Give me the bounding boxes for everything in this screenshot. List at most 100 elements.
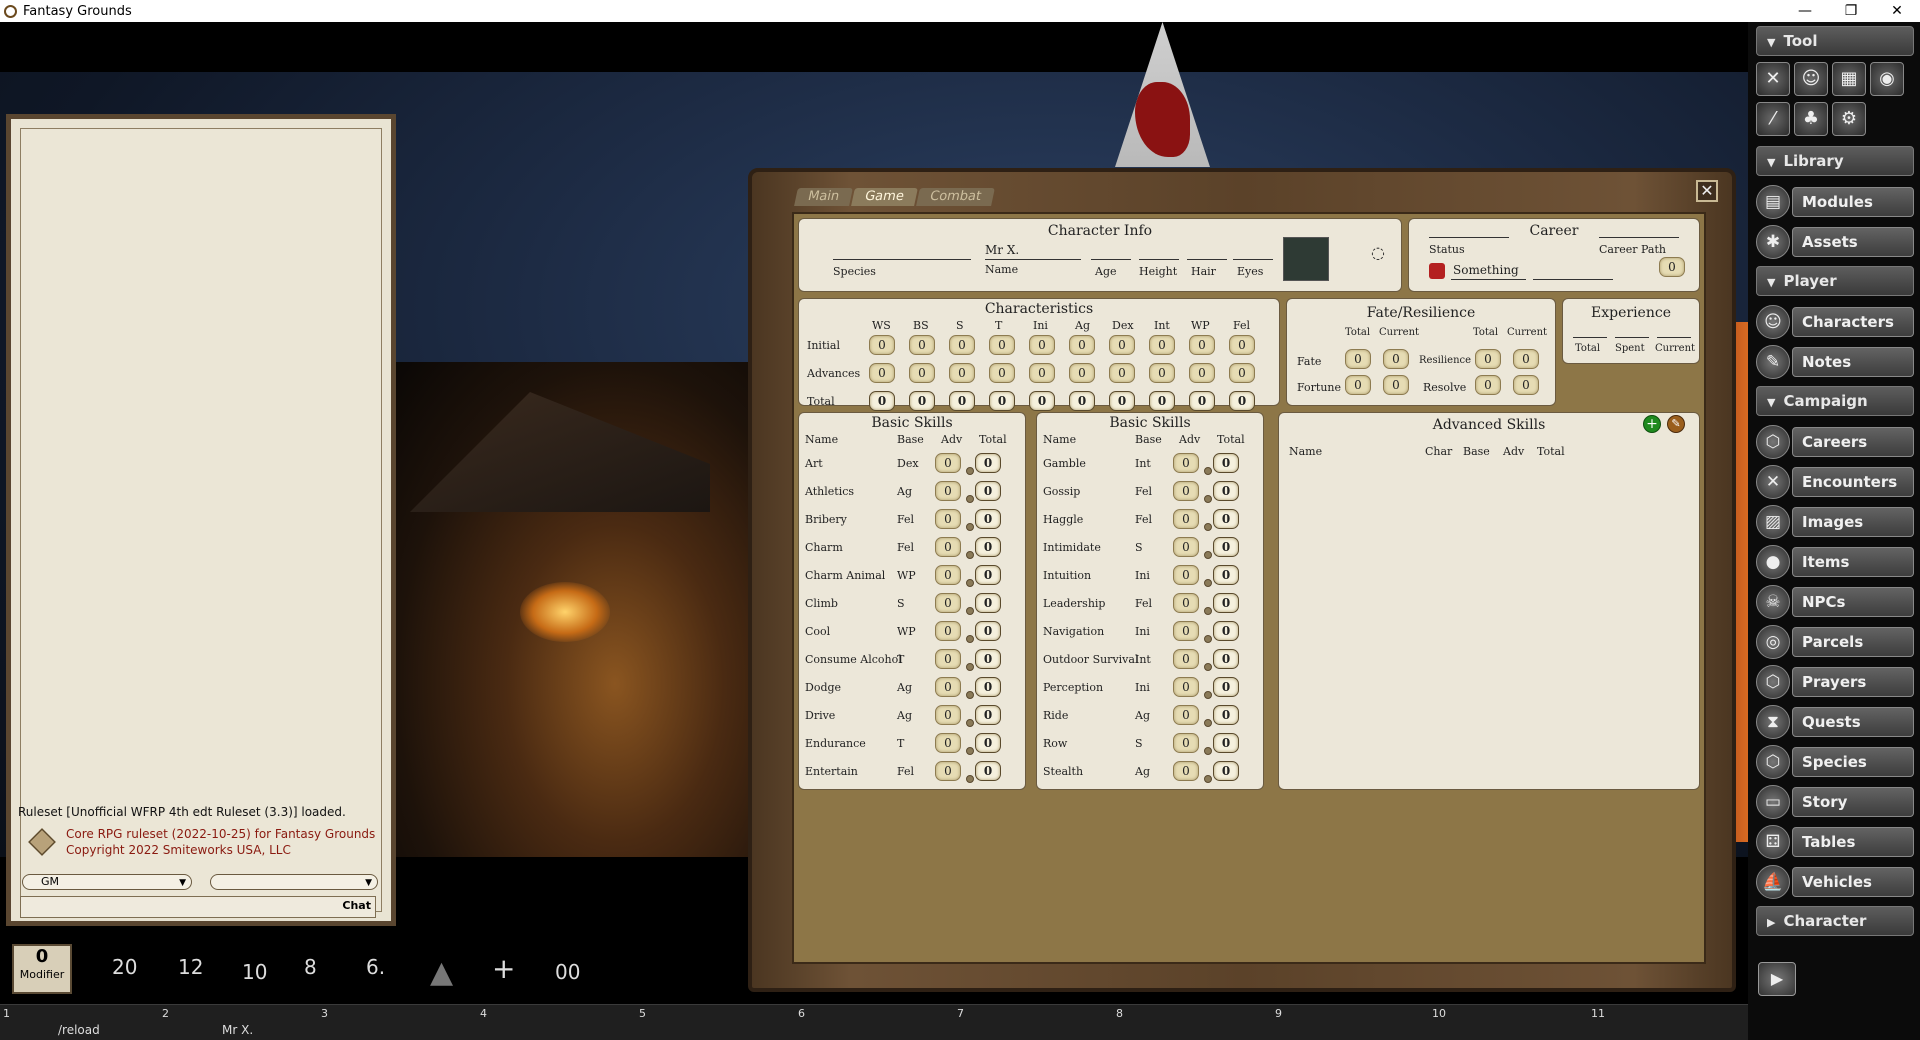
hotkey-slot[interactable]: /reload xyxy=(58,1023,100,1037)
fortune-current[interactable]: 0 xyxy=(1383,375,1409,395)
skill-adv-field[interactable]: 0 xyxy=(1173,565,1199,585)
skill-adv-field[interactable]: 0 xyxy=(935,481,961,501)
sidebar-item-species[interactable]: ⬡ Species xyxy=(1756,744,1914,780)
career-name-field[interactable]: Something xyxy=(1453,263,1519,277)
sidebar-item-label[interactable]: Encounters xyxy=(1792,467,1914,497)
mood-select[interactable]: ▼ xyxy=(210,874,378,890)
skill-adv-field[interactable]: 0 xyxy=(1173,453,1199,473)
total-ws[interactable]: 0 xyxy=(869,391,895,411)
minimize-button[interactable]: — xyxy=(1782,0,1828,22)
skill-name[interactable]: Charm Animal xyxy=(805,569,885,582)
sidebar-item-label[interactable]: Notes xyxy=(1792,347,1914,377)
restore-button[interactable]: ❐ xyxy=(1828,0,1874,22)
combat-tracker-icon[interactable]: ♣ xyxy=(1794,102,1828,136)
skill-total-field[interactable]: 0 xyxy=(1213,649,1239,669)
skill-total-field[interactable]: 0 xyxy=(975,621,1001,641)
advances-fel[interactable]: 0 xyxy=(1229,363,1255,383)
fate-current[interactable]: 0 xyxy=(1383,349,1409,369)
d4-die[interactable]: ▲ xyxy=(430,955,453,990)
sidebar-item-label[interactable]: Items xyxy=(1792,547,1914,577)
advances-t[interactable]: 0 xyxy=(989,363,1015,383)
skill-adv-field[interactable]: 0 xyxy=(1173,649,1199,669)
initial-int[interactable]: 0 xyxy=(1149,335,1175,355)
tab-combat[interactable]: Combat xyxy=(915,188,995,206)
skill-options-icon[interactable] xyxy=(966,523,974,531)
d10-die[interactable]: 10 xyxy=(242,960,267,984)
skill-options-icon[interactable] xyxy=(966,635,974,643)
skill-total-field[interactable]: 0 xyxy=(975,565,1001,585)
advances-dex[interactable]: 0 xyxy=(1109,363,1135,383)
skill-options-icon[interactable] xyxy=(966,495,974,503)
d100-die[interactable]: 00 xyxy=(555,960,580,984)
sidebar-item-prayers[interactable]: ⬡ Prayers xyxy=(1756,664,1914,700)
tab-game[interactable]: Game xyxy=(851,188,918,206)
skill-name[interactable]: Gossip xyxy=(1043,485,1080,498)
skill-total-field[interactable]: 0 xyxy=(975,733,1001,753)
skill-total-field[interactable]: 0 xyxy=(975,705,1001,725)
sidebar-item-parcels[interactable]: ◎ Parcels xyxy=(1756,624,1914,660)
skill-adv-field[interactable]: 0 xyxy=(935,649,961,669)
skill-total-field[interactable]: 0 xyxy=(1213,705,1239,725)
skill-name[interactable]: Leadership xyxy=(1043,597,1105,610)
options-tool-icon[interactable]: ⚙ xyxy=(1832,102,1866,136)
effects-tool-icon[interactable]: ⁄ xyxy=(1756,102,1790,136)
skill-name[interactable]: Stealth xyxy=(1043,765,1083,778)
initial-dex[interactable]: 0 xyxy=(1109,335,1135,355)
career-level-field[interactable]: 0 xyxy=(1659,257,1685,277)
skill-adv-field[interactable]: 0 xyxy=(1173,621,1199,641)
chat-log[interactable] xyxy=(20,128,382,912)
skill-adv-field[interactable]: 0 xyxy=(935,509,961,529)
skill-adv-field[interactable]: 0 xyxy=(935,677,961,697)
close-window-button[interactable]: ✕ xyxy=(1874,0,1920,22)
sidebar-item-label[interactable]: Prayers xyxy=(1792,667,1914,697)
skill-name[interactable]: Gamble xyxy=(1043,457,1086,470)
skill-total-field[interactable]: 0 xyxy=(1213,565,1239,585)
sidebar-item-label[interactable]: Careers xyxy=(1792,427,1914,457)
skill-options-icon[interactable] xyxy=(1204,495,1212,503)
skill-adv-field[interactable]: 0 xyxy=(1173,761,1199,781)
identity-select[interactable]: GM ▼ xyxy=(22,874,192,890)
skill-name[interactable]: Charm xyxy=(805,541,843,554)
tab-main[interactable]: Main xyxy=(794,188,853,206)
resilience-total[interactable]: 0 xyxy=(1475,349,1501,369)
skill-adv-field[interactable]: 0 xyxy=(935,565,961,585)
skill-name[interactable]: Ride xyxy=(1043,709,1068,722)
sidebar-item-label[interactable]: Parcels xyxy=(1792,627,1914,657)
total-wp[interactable]: 0 xyxy=(1189,391,1215,411)
sidebar-item-label[interactable]: Species xyxy=(1792,747,1914,777)
close-sheet-button[interactable]: ✕ xyxy=(1696,180,1718,202)
sidebar-item-label[interactable]: Assets xyxy=(1792,227,1914,257)
skill-options-icon[interactable] xyxy=(1204,747,1212,755)
sidebar-item-label[interactable]: NPCs xyxy=(1792,587,1914,617)
skill-name[interactable]: Drive xyxy=(805,709,835,722)
total-ini[interactable]: 0 xyxy=(1029,391,1055,411)
resolve-current[interactable]: 0 xyxy=(1513,375,1539,395)
sidebar-item-label[interactable]: Characters xyxy=(1792,307,1914,337)
fortune-total[interactable]: 0 xyxy=(1345,375,1371,395)
skill-total-field[interactable]: 0 xyxy=(1213,621,1239,641)
skill-adv-field[interactable]: 0 xyxy=(1173,537,1199,557)
character-section-header[interactable]: ▶ Character xyxy=(1756,906,1914,936)
party-tool-icon[interactable]: ☺ xyxy=(1794,62,1828,96)
character-sheet-window[interactable]: Main Game Combat ✕ Character Info Mr X. … xyxy=(748,168,1736,992)
d8-die[interactable]: 8 xyxy=(304,955,317,979)
advances-wp[interactable]: 0 xyxy=(1189,363,1215,383)
skill-options-icon[interactable] xyxy=(966,663,974,671)
career-link-icon[interactable] xyxy=(1429,263,1445,279)
fate-total[interactable]: 0 xyxy=(1345,349,1371,369)
skill-adv-field[interactable]: 0 xyxy=(1173,509,1199,529)
edit-skills-button[interactable]: ✎ xyxy=(1667,415,1685,433)
sidebar-item-label[interactable]: Tables xyxy=(1792,827,1914,857)
skill-options-icon[interactable] xyxy=(966,467,974,475)
advances-bs[interactable]: 0 xyxy=(909,363,935,383)
skill-options-icon[interactable] xyxy=(966,551,974,559)
skill-adv-field[interactable]: 0 xyxy=(935,761,961,781)
total-dex[interactable]: 0 xyxy=(1109,391,1135,411)
skill-name[interactable]: Art xyxy=(805,457,823,470)
sidebar-item-items[interactable]: ● Items xyxy=(1756,544,1914,580)
sidebar-item-tables[interactable]: ⚃ Tables xyxy=(1756,824,1914,860)
skill-options-icon[interactable] xyxy=(1204,691,1212,699)
skill-total-field[interactable]: 0 xyxy=(1213,537,1239,557)
initial-t[interactable]: 0 xyxy=(989,335,1015,355)
skill-name[interactable]: Outdoor Survival xyxy=(1043,653,1138,666)
